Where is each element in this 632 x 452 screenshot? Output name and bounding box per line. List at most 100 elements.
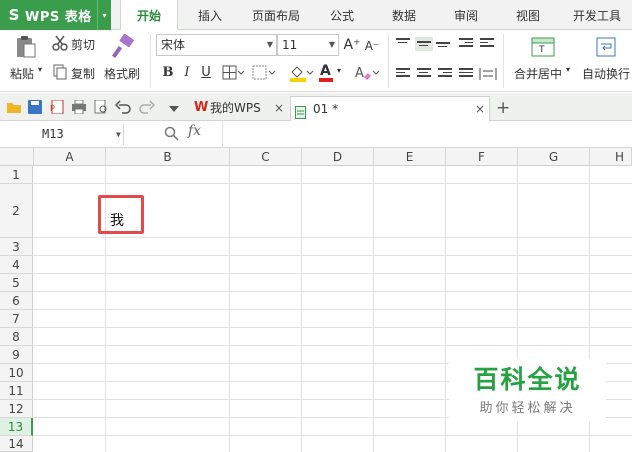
row-header-6[interactable]: 6 [0,292,33,310]
cut-button[interactable]: 剪切 [71,36,95,53]
row-header-2[interactable]: 2 [0,184,33,238]
new-tab-plus-icon[interactable]: + [496,96,512,121]
fill-pattern-icon[interactable] [252,64,276,82]
gridline [33,183,632,184]
ribbon-divider [503,34,504,88]
borders-icon[interactable] [222,64,244,82]
copy-icon[interactable] [52,64,68,80]
tab-page-layout[interactable]: 页面布局 [244,0,308,30]
doc-tab-label: 01 * [313,102,339,116]
open-folder-icon[interactable] [6,100,22,114]
merge-dropdown-icon[interactable]: ▾ [566,65,570,74]
quick-access-dropdown-icon[interactable] [168,102,184,116]
watermark-title: 百科全说 [473,365,582,394]
row-header-4[interactable]: 4 [0,256,33,274]
paste-dropdown-icon[interactable]: ▾ [38,65,42,74]
spreadsheet-grid[interactable]: A B C D E F G H 1 2 3 4 5 6 7 8 9 10 11 … [0,148,632,452]
align-middle-icon[interactable] [415,37,433,51]
tab-data[interactable]: 数据 [384,0,424,30]
close-icon[interactable]: × [475,97,485,121]
column-header-a[interactable]: A [34,148,106,166]
indent-decrease-icon[interactable] [459,38,473,50]
row-header-13[interactable]: 13 [0,418,33,436]
gridline [33,345,632,346]
save-icon[interactable] [27,100,43,114]
doc-tab-my-wps[interactable]: W 我的WPS × [188,96,288,121]
row-header-12[interactable]: 12 [0,400,33,418]
app-menu-dropdown-icon[interactable]: ▾ [97,0,111,30]
underline-button[interactable]: U [197,64,215,82]
font-color-button[interactable]: A ▾ [318,63,346,83]
tab-review[interactable]: 审阅 [446,0,486,30]
row-header-10[interactable]: 10 [0,364,33,382]
app-menu-button[interactable]: S WPS 表格 ▾ [0,0,111,30]
font-shrink-icon[interactable]: A⁻ [363,37,381,55]
font-grow-icon[interactable]: A⁺ [343,36,361,54]
column-header-b[interactable]: B [106,148,230,166]
justify-icon[interactable] [459,68,473,80]
formula-bar: M13 ▼ fx [0,121,632,148]
wrap-text-icon[interactable] [594,34,618,60]
zoom-search-icon[interactable] [164,126,179,141]
align-left-icon[interactable] [396,68,410,80]
copy-button[interactable]: 复制 [71,65,95,82]
format-painter-icon[interactable] [110,34,136,60]
bold-button[interactable]: B [159,64,177,82]
row-header-9[interactable]: 9 [0,346,33,364]
align-top-icon[interactable] [396,38,410,50]
align-center-icon[interactable] [417,68,431,80]
select-all-corner[interactable] [0,148,34,166]
tab-formulas[interactable]: 公式 [322,0,362,30]
align-bottom-icon[interactable] [436,42,450,54]
insert-function-button[interactable]: fx [188,123,201,139]
align-right-icon[interactable] [438,68,452,80]
print-preview-icon[interactable] [93,99,109,114]
export-pdf-icon[interactable]: P [49,99,65,115]
row-header-7[interactable]: 7 [0,310,33,328]
indent-increase-icon[interactable] [480,38,494,50]
undo-icon[interactable] [114,100,131,114]
row-header-11[interactable]: 11 [0,382,33,400]
distributed-align-icon[interactable] [479,66,497,82]
scissors-icon[interactable] [52,35,68,51]
column-header-h[interactable]: H [590,148,632,166]
chevron-down-icon: ▾ [337,66,342,75]
name-box[interactable]: M13 ▼ [0,124,124,145]
formula-input[interactable] [226,124,626,145]
clear-format-icon[interactable]: A [354,64,380,82]
paste-icon[interactable] [13,34,39,60]
redo-icon[interactable] [139,100,156,114]
chevron-down-icon: ▼ [266,40,273,49]
paste-button[interactable]: 粘贴 [10,65,34,82]
fill-color-icon[interactable] [288,63,314,83]
font-size-select[interactable]: 11 ▼ [277,34,339,56]
column-header-f[interactable]: F [446,148,518,166]
row-header-1[interactable]: 1 [0,166,33,184]
italic-button[interactable]: I [178,64,196,82]
tab-insert[interactable]: 插入 [186,0,234,30]
row-header-5[interactable]: 5 [0,274,33,292]
row-header-14[interactable]: 14 [0,436,33,452]
column-header-d[interactable]: D [302,148,374,166]
row-header-3[interactable]: 3 [0,238,33,256]
merge-center-button[interactable]: 合并居中 [514,65,562,82]
row-header-8[interactable]: 8 [0,328,33,346]
svg-text:A: A [355,66,364,81]
chevron-down-icon: ▼ [328,40,335,49]
tab-home[interactable]: 开始 [120,0,178,31]
close-icon[interactable]: × [274,96,284,120]
doc-tab-01[interactable]: 01 * × [290,96,490,121]
ribbon-toolbar: 粘贴 ▾ 剪切 复制 格式刷 宋体 ▼ 11 ▼ A⁺ A⁻ B I U A ▾… [0,30,632,92]
font-name-select[interactable]: 宋体 ▼ [156,34,277,56]
print-icon[interactable] [71,99,87,115]
tab-developer[interactable]: 开发工具 [566,0,628,30]
column-header-e[interactable]: E [374,148,446,166]
merge-center-icon[interactable]: T [530,34,556,60]
tab-view[interactable]: 视图 [508,0,548,30]
gridline [33,255,632,256]
font-size-value: 11 [282,38,298,52]
column-header-c[interactable]: C [230,148,302,166]
column-header-g[interactable]: G [518,148,590,166]
wrap-text-button[interactable]: 自动换行 [582,65,630,82]
format-painter-button[interactable]: 格式刷 [104,65,140,82]
